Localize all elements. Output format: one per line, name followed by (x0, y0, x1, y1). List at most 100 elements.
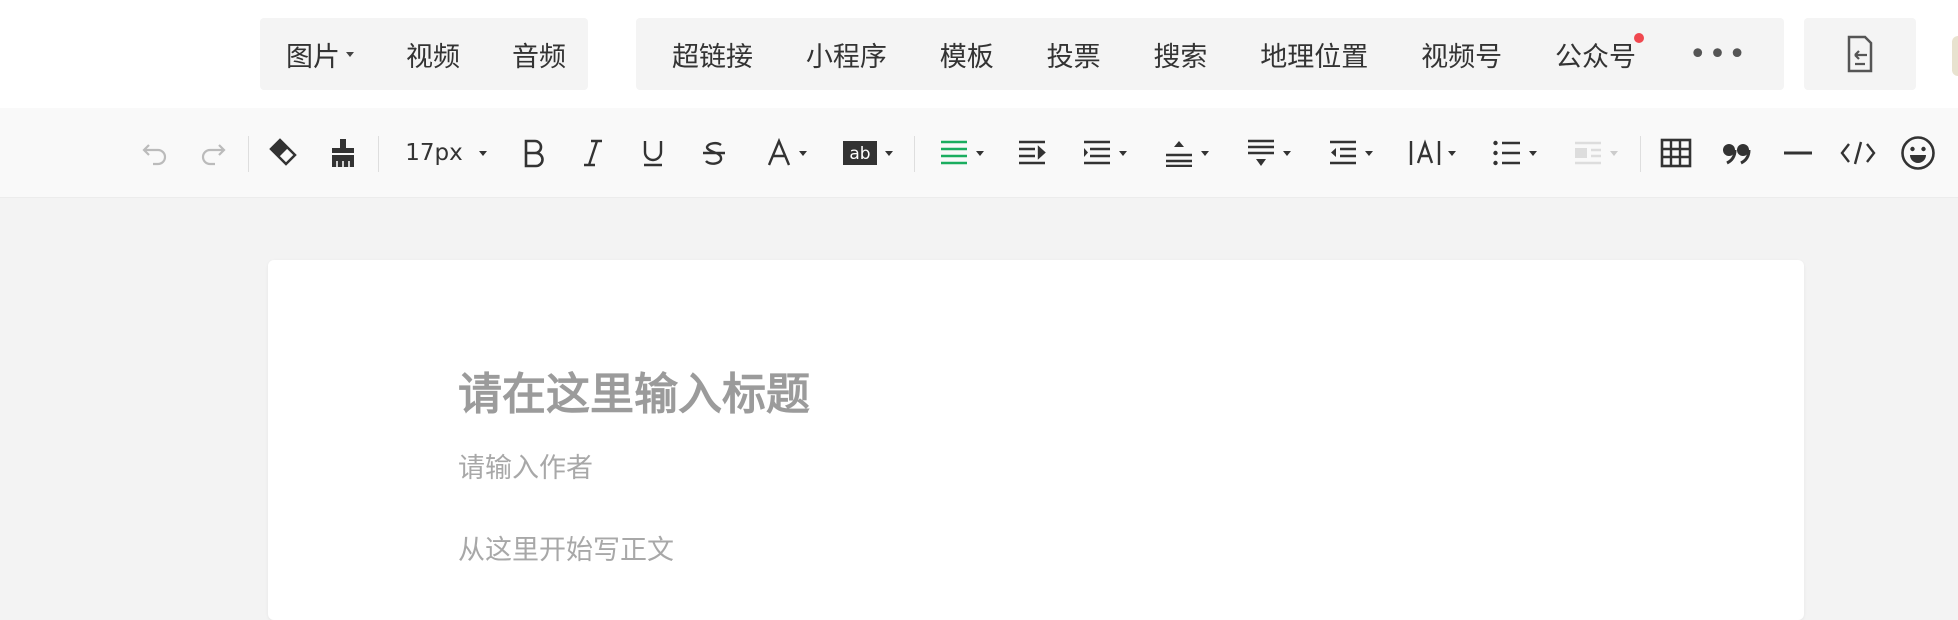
insert-location-button[interactable]: 地理位置 (1234, 35, 1394, 74)
insert-vote-label: 投票 (1046, 41, 1101, 73)
undo-icon (142, 144, 167, 166)
indent-button[interactable] (1014, 108, 1050, 198)
svg-text:ab: ab (849, 144, 870, 164)
font-color-icon (767, 138, 790, 166)
chevron-down-icon (478, 150, 487, 156)
quote-button[interactable] (1716, 108, 1756, 198)
import-document-button[interactable] (1804, 18, 1916, 90)
float-icon (1574, 141, 1601, 165)
insert-audio-label: 音频 (512, 41, 566, 73)
insert-template-button[interactable]: 模板 (914, 35, 1020, 74)
table-button[interactable] (1656, 108, 1696, 198)
insert-official-account-button[interactable]: 公众号 (1529, 32, 1662, 74)
table-icon (1660, 138, 1692, 168)
emoji-button[interactable] (1898, 108, 1938, 198)
toolbar-divider (248, 136, 249, 172)
chevron-down-icon (1364, 150, 1373, 156)
insert-image-button[interactable]: 图片 (260, 35, 380, 74)
chevron-down-icon (1528, 150, 1537, 156)
notification-dot (1634, 32, 1645, 43)
paragraph-spacing-icon (1083, 140, 1110, 165)
bold-button[interactable] (516, 108, 550, 198)
font-color-button[interactable] (758, 108, 814, 198)
editor-canvas: 请在这里输入标题 请输入作者 从这里开始写正文 (268, 260, 1804, 620)
redo-icon (201, 144, 226, 166)
insert-official-account-label: 公众号 (1555, 41, 1637, 73)
format-painter-button[interactable] (326, 108, 360, 198)
more-dots-icon: ••• (1688, 36, 1748, 72)
insert-video-label: 视频 (406, 41, 460, 73)
chevron-down-icon (884, 150, 893, 156)
toolbar-divider (914, 136, 915, 172)
italic-icon (584, 139, 602, 167)
bold-icon (524, 139, 544, 168)
chevron-down-icon (1447, 150, 1456, 156)
insert-hyperlink-label: 超链接 (672, 41, 753, 73)
insert-search-button[interactable]: 搜索 (1127, 35, 1233, 74)
author-input[interactable]: 请输入作者 (458, 446, 593, 485)
letter-spacing-button[interactable] (1402, 108, 1462, 198)
insert-video-button[interactable]: 视频 (380, 35, 486, 74)
insert-location-label: 地理位置 (1260, 41, 1369, 73)
chevron-down-icon (798, 150, 807, 156)
italic-button[interactable] (576, 108, 610, 198)
chevron-down-icon (1282, 150, 1291, 156)
paragraph-spacing-button[interactable] (1074, 108, 1134, 198)
media-insert-group: 图片 视频 音频 (260, 18, 588, 90)
line-indent-button[interactable] (1320, 108, 1380, 198)
chevron-down-icon (1200, 150, 1209, 156)
background-color-button[interactable]: ab (836, 108, 898, 198)
insert-audio-button[interactable]: 音频 (486, 35, 592, 74)
quote-icon (1723, 144, 1751, 165)
align-button[interactable] (932, 108, 990, 198)
font-size-select[interactable]: 17px (400, 108, 492, 198)
underline-button[interactable] (636, 108, 670, 198)
format-toolbar: 17px ab (0, 108, 1958, 198)
letter-spacing-icon (1409, 139, 1440, 165)
undo-button[interactable] (138, 108, 172, 198)
line-height-after-icon (1247, 139, 1274, 166)
list-icon (1492, 140, 1520, 166)
emoji-icon (1901, 136, 1935, 170)
insert-search-label: 搜索 (1153, 41, 1208, 73)
insert-vote-button[interactable]: 投票 (1021, 35, 1127, 74)
chevron-down-icon (1118, 150, 1127, 156)
more-insert-button[interactable]: ••• (1663, 37, 1774, 72)
insert-miniprogram-button[interactable]: 小程序 (780, 35, 913, 74)
divider-button[interactable] (1778, 108, 1818, 198)
line-height-before-icon (1165, 141, 1192, 167)
side-panel-handle[interactable] (1952, 36, 1958, 76)
toolbar-divider (1640, 136, 1641, 172)
content-insert-group: 超链接 小程序 模板 投票 搜索 地理位置 视频号 公众号 ••• (636, 18, 1784, 90)
float-button[interactable] (1566, 108, 1624, 198)
insert-channels-button[interactable]: 视频号 (1395, 35, 1528, 74)
underline-icon (643, 141, 663, 167)
background-color-icon: ab (842, 141, 877, 165)
import-document-icon (1847, 35, 1873, 73)
format-painter-icon (332, 139, 354, 167)
body-editor[interactable]: 从这里开始写正文 (458, 528, 674, 567)
line-height-after-button[interactable] (1238, 108, 1298, 198)
insert-image-label: 图片 (286, 41, 340, 73)
strikethrough-button[interactable] (696, 108, 732, 198)
insert-channels-label: 视频号 (1421, 41, 1503, 73)
chevron-down-icon (1609, 150, 1618, 156)
line-indent-icon (1329, 140, 1356, 165)
eraser-button[interactable] (264, 108, 300, 198)
insert-toolbar: 图片 视频 音频 超链接 小程序 模板 投票 搜索 地理位置 视频号 公众号 •… (0, 0, 1958, 108)
align-icon (940, 140, 967, 165)
toolbar-divider (378, 136, 379, 172)
title-input[interactable]: 请在这里输入标题 (458, 358, 810, 422)
list-button[interactable] (1484, 108, 1544, 198)
insert-hyperlink-button[interactable]: 超链接 (646, 35, 779, 74)
chevron-down-icon (975, 150, 984, 156)
code-icon (1840, 141, 1876, 165)
indent-icon (1019, 140, 1046, 165)
eraser-icon (269, 138, 297, 166)
insert-template-label: 模板 (939, 41, 994, 73)
code-button[interactable] (1838, 108, 1878, 198)
font-size-value: 17px (405, 140, 463, 166)
line-height-before-button[interactable] (1156, 108, 1216, 198)
redo-button[interactable] (196, 108, 230, 198)
strikethrough-icon (703, 141, 725, 165)
